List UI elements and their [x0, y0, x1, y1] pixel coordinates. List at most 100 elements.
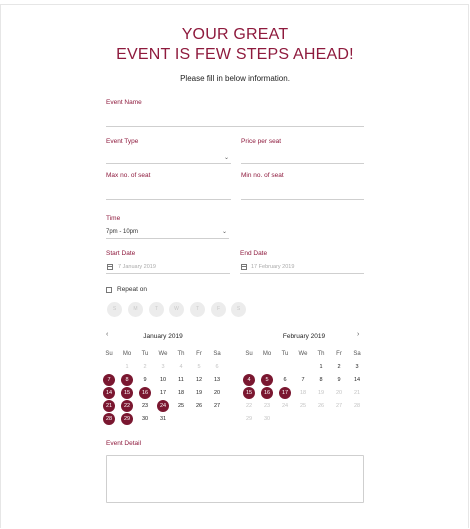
calendar-icon: [107, 264, 113, 270]
calendar-day[interactable]: 26: [193, 400, 205, 412]
calendar-day[interactable]: 4: [243, 374, 255, 386]
calendar-day[interactable]: 17: [279, 387, 291, 399]
calendar-day[interactable]: 12: [193, 374, 205, 386]
start-date-input[interactable]: 7 January 2019: [118, 264, 156, 270]
calendar-day[interactable]: 17: [157, 387, 169, 399]
chevron-down-icon: ⌄: [224, 155, 230, 161]
calendar-day[interactable]: 26: [315, 400, 327, 412]
calendar-day[interactable]: 19: [315, 387, 327, 399]
calendar-day[interactable]: 2: [333, 361, 345, 373]
calendar-day[interactable]: 1: [315, 361, 327, 373]
day-header: We: [158, 351, 168, 357]
calendar-day[interactable]: 25: [175, 400, 187, 412]
price-input[interactable]: [241, 163, 364, 164]
price-label: Price per seat: [241, 138, 282, 145]
repeat-checkbox[interactable]: [106, 287, 112, 293]
calendar-day[interactable]: 16: [139, 387, 151, 399]
calendar-day[interactable]: 29: [243, 413, 255, 425]
calendar-day[interactable]: 14: [351, 374, 363, 386]
calendar-day[interactable]: 9: [139, 374, 151, 386]
page-title-line1: YOUR GREAT: [181, 26, 289, 43]
calendar-day[interactable]: 8: [315, 374, 327, 386]
calendar-day[interactable]: 15: [243, 387, 255, 399]
calendar-day[interactable]: 11: [175, 374, 187, 386]
calendar-day[interactable]: 31: [157, 413, 169, 425]
repeat-label: Repeat on: [117, 286, 147, 293]
time-value: 7pm - 10pm: [106, 229, 139, 235]
calendar-day[interactable]: 1: [121, 361, 133, 373]
day-header: Mo: [262, 351, 272, 357]
event-type-select[interactable]: [106, 163, 231, 164]
calendar-day[interactable]: 8: [121, 374, 133, 386]
end-date-underline: [240, 273, 364, 274]
calendar-day[interactable]: 9: [333, 374, 345, 386]
end-date-label: End Date: [240, 250, 268, 257]
calendar-day[interactable]: 6: [211, 361, 223, 373]
calendar-day[interactable]: 28: [351, 400, 363, 412]
page-subtitle: Please fill in below information.: [180, 74, 290, 83]
calendar-day[interactable]: 22: [243, 400, 255, 412]
calendar-day[interactable]: 5: [193, 361, 205, 373]
day-header: Tu: [141, 351, 149, 357]
chevron-down-icon: ⌄: [222, 229, 228, 235]
month-title-january: January 2019: [143, 333, 183, 340]
calendar-day[interactable]: 3: [351, 361, 363, 373]
calendar-day[interactable]: 4: [175, 361, 187, 373]
calendar-day[interactable]: 16: [261, 387, 273, 399]
day-header: Sa: [213, 351, 221, 357]
calendar-day[interactable]: 7: [103, 374, 115, 386]
calendar-day[interactable]: 29: [121, 413, 133, 425]
max-seat-input[interactable]: [106, 199, 231, 200]
calendar-day[interactable]: 27: [211, 400, 223, 412]
end-date-input[interactable]: 17 February 2019: [251, 264, 294, 270]
calendar-day[interactable]: 21: [103, 400, 115, 412]
calendar-day[interactable]: 3: [157, 361, 169, 373]
weekday-toggle-thu[interactable]: T: [190, 302, 205, 317]
calendar-day[interactable]: 19: [193, 387, 205, 399]
time-label: Time: [106, 215, 121, 222]
calendar-day[interactable]: 18: [297, 387, 309, 399]
day-header: Sa: [353, 351, 361, 357]
calendar-day[interactable]: 14: [103, 387, 115, 399]
calendar-day[interactable]: 22: [121, 400, 133, 412]
calendar-day[interactable]: 13: [211, 374, 223, 386]
weekday-toggle-mon[interactable]: M: [128, 302, 143, 317]
calendar-day[interactable]: 28: [103, 413, 115, 425]
event-name-input[interactable]: [106, 126, 364, 127]
calendar-day[interactable]: 21: [351, 387, 363, 399]
min-seat-label: Min no. of seat: [241, 172, 284, 179]
min-seat-input[interactable]: [241, 199, 364, 200]
event-detail-textarea[interactable]: [106, 455, 364, 503]
weekday-toggle-wed[interactable]: W: [169, 302, 184, 317]
calendar-day[interactable]: 15: [121, 387, 133, 399]
weekday-toggle-sun[interactable]: S: [107, 302, 122, 317]
calendar-day[interactable]: 24: [157, 400, 169, 412]
day-header: Th: [317, 351, 325, 357]
calendar-day[interactable]: 25: [297, 400, 309, 412]
calendar-day[interactable]: 30: [261, 413, 273, 425]
time-select[interactable]: [106, 238, 229, 239]
calendar-day[interactable]: 6: [279, 374, 291, 386]
calendar-day[interactable]: 18: [175, 387, 187, 399]
day-header: Tu: [281, 351, 289, 357]
calendar-day[interactable]: 10: [157, 374, 169, 386]
day-header: Fr: [196, 351, 202, 357]
day-header: Mo: [122, 351, 132, 357]
calendar-day[interactable]: 23: [139, 400, 151, 412]
start-date-underline: [106, 273, 230, 274]
event-detail-label: Event Detail: [106, 440, 142, 447]
calendar-day[interactable]: 20: [333, 387, 345, 399]
calendar-day[interactable]: 7: [297, 374, 309, 386]
weekday-toggle-fri[interactable]: F: [211, 302, 226, 317]
calendar-day[interactable]: 2: [139, 361, 151, 373]
calendar-day[interactable]: 30: [139, 413, 151, 425]
calendar-day[interactable]: 24: [279, 400, 291, 412]
page-title-line2: EVENT IS FEW STEPS AHEAD!: [116, 46, 354, 63]
month-title-february: February 2019: [282, 333, 326, 340]
weekday-toggle-tue[interactable]: T: [149, 302, 164, 317]
calendar-day[interactable]: 5: [261, 374, 273, 386]
calendar-day[interactable]: 20: [211, 387, 223, 399]
calendar-day[interactable]: 23: [261, 400, 273, 412]
weekday-toggle-sat[interactable]: S: [231, 302, 246, 317]
calendar-day[interactable]: 27: [333, 400, 345, 412]
